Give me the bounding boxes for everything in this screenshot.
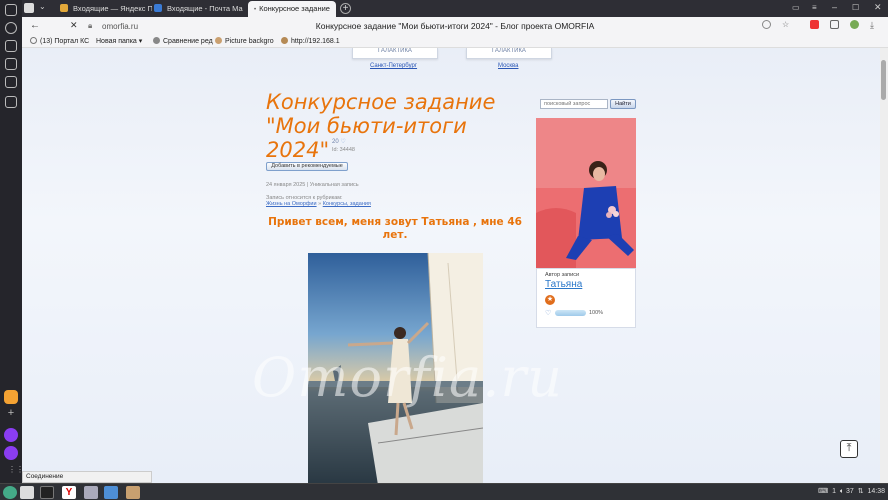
new-tab-button[interactable]: + <box>340 3 351 14</box>
writer-icon[interactable] <box>104 486 118 499</box>
number-icon[interactable] <box>5 76 17 88</box>
profile-icon[interactable] <box>850 20 859 29</box>
page-scrollbar[interactable] <box>880 48 888 483</box>
collections-icon[interactable] <box>5 40 17 52</box>
tabs-icon[interactable] <box>5 58 17 70</box>
author-rating-bar <box>555 310 586 316</box>
start-menu-icon[interactable] <box>3 486 17 499</box>
partner-card[interactable]: ГАЛАКТИКА <box>352 48 438 59</box>
author-name-link[interactable]: Татьяна <box>545 279 582 290</box>
network-icon[interactable]: ⇅ <box>858 488 864 495</box>
bookmark-folder[interactable]: Новая папка ▾ <box>96 37 142 45</box>
scroll-to-top-button[interactable]: ⤒ <box>840 440 858 458</box>
status-bar: Соединение <box>22 471 152 483</box>
menu-icon[interactable]: ≡ <box>812 3 817 12</box>
account-icon[interactable] <box>5 4 17 16</box>
post-id: Id: 34448 <box>332 147 355 153</box>
archive-icon[interactable] <box>126 486 140 499</box>
rubric-links: Жизнь на Оморфии » Конкурсы, задания <box>266 201 371 207</box>
minimize-button[interactable]: – <box>832 2 837 12</box>
author-label: Автор записи <box>545 272 580 278</box>
author-photo[interactable] <box>536 118 636 268</box>
tab-manager-icon[interactable] <box>24 3 34 13</box>
bookmark-router[interactable]: http://192.168.1 <box>281 37 340 45</box>
yandex-browser-icon[interactable]: Y <box>62 486 76 499</box>
close-window-button[interactable]: ✕ <box>874 2 882 13</box>
heart-icon: ♡ <box>340 139 346 145</box>
bookmark-compare[interactable]: Сравнение ред <box>153 37 213 45</box>
keyboard-layout[interactable]: 1 <box>832 488 836 495</box>
address-bar: ← ✕ 🔒︎ omorfia.ru Конкурсное задание "Мо… <box>22 17 888 35</box>
bookmarks-bar: (13) Портал КС Новая папка ▾ Сравнение р… <box>22 35 888 48</box>
router-favicon-icon <box>281 37 288 44</box>
compare-favicon-icon <box>153 37 160 44</box>
loading-dot-icon: • <box>254 7 257 13</box>
download-icon[interactable]: ⤓ <box>870 20 874 31</box>
os-taskbar: Y ⌨ 1 🔈︎ 37 ⇅ 14:38 <box>0 483 888 500</box>
screenshot-icon[interactable] <box>5 96 17 108</box>
recommend-button[interactable]: Добавить в рекомендуемые <box>266 162 348 171</box>
picture-favicon-icon <box>215 37 222 44</box>
maximize-button[interactable]: ☐ <box>852 3 859 12</box>
history-icon[interactable] <box>5 22 17 34</box>
scrollbar-thumb[interactable] <box>881 60 886 100</box>
tab-contest[interactable]: • Конкурсное задание <box>248 1 336 17</box>
bookmark-tab-icon[interactable]: ▭ <box>792 3 800 12</box>
tab-mail-yandex[interactable]: Входящие — Яндекс П <box>60 2 152 15</box>
chevron-down-icon[interactable]: ⌄ <box>39 2 46 11</box>
web-page: ГАЛАКТИКА ГАЛАКТИКА Санкт-Петербург Моск… <box>22 48 880 483</box>
portal-favicon-icon <box>30 37 37 44</box>
add-app-icon[interactable]: + <box>4 407 18 421</box>
post-date: 24 января 2025 | Уникальная запись <box>266 182 359 188</box>
bookmark-portal[interactable]: (13) Портал КС <box>30 37 89 45</box>
clock[interactable]: 14:38 <box>867 488 885 495</box>
author-card: Автор записи Татьяна ★ ♡ 100% <box>536 268 636 328</box>
document-icon[interactable] <box>84 486 98 499</box>
city-link-moscow[interactable]: Москва <box>498 63 518 69</box>
folder-chevron-icon: ▾ <box>138 38 143 45</box>
extension-icon[interactable] <box>810 20 819 29</box>
post-greeting: Привет всем, меня зовут Татьяна , мне 46… <box>268 216 522 241</box>
system-tray: ⌨ 1 🔈︎ 37 ⇅ 14:38 <box>818 487 885 496</box>
translate-icon[interactable] <box>830 20 839 29</box>
tab-mail-ru[interactable]: Входящие - Почта Ма <box>154 2 244 15</box>
rubric-link-contests[interactable]: Конкурсы, задания <box>323 201 371 207</box>
mailru-favicon-icon <box>154 4 162 12</box>
likes-count[interactable]: 20 ♡ <box>332 138 346 145</box>
page-title: Конкурсное задание "Мои бьюти-итоги 2024… <box>315 21 595 31</box>
bookmark-picture[interactable]: Picture backgro <box>215 37 274 45</box>
author-star-badge: ★ <box>545 295 555 305</box>
city-link-spb[interactable]: Санкт-Петербург <box>370 63 417 69</box>
author-rating-percent: 100% <box>589 310 604 316</box>
search-button[interactable]: Найти <box>610 99 636 109</box>
alice-icon[interactable] <box>4 428 18 442</box>
mail-favicon-icon <box>60 4 68 12</box>
rubric-link-life[interactable]: Жизнь на Оморфии <box>266 201 317 207</box>
reading-mode-icon[interactable] <box>762 20 771 29</box>
search-input[interactable] <box>540 99 608 109</box>
partner-card[interactable]: ГАЛАКТИКА <box>466 48 552 59</box>
heart-icon: ♡ <box>545 310 552 317</box>
author-photo-illustration <box>536 118 636 268</box>
tab-bar: ⌄ Входящие — Яндекс П Входящие - Почта М… <box>22 0 888 17</box>
browser-sidebar: + ⋮⋮ <box>0 0 24 483</box>
arrow-up-icon: ⤒ <box>846 442 852 454</box>
bookmark-star-icon[interactable]: ☆ <box>782 20 789 29</box>
bluetooth-icon[interactable]: ⌨ <box>818 488 828 495</box>
post-title: Конкурсное задание "Мои бьюти-итоги 2024… <box>266 90 496 162</box>
watermark: Omorfia.ru <box>252 346 564 409</box>
messenger-icon[interactable] <box>4 446 18 460</box>
volume-icon[interactable]: 🔈︎ <box>840 488 844 495</box>
volume-level: 37 <box>846 488 854 495</box>
file-manager-icon[interactable] <box>20 486 34 499</box>
mail-app-icon[interactable] <box>4 390 18 404</box>
terminal-icon[interactable] <box>40 486 54 499</box>
